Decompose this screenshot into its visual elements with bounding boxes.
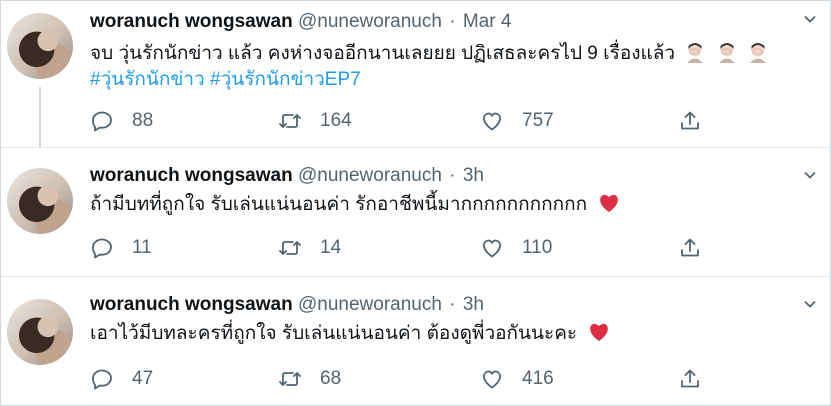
reply-icon — [92, 111, 112, 132]
like-count: 416 — [522, 368, 554, 389]
like-icon — [483, 112, 501, 131]
retweet-count: 68 — [320, 368, 342, 389]
chevron-down-icon[interactable] — [803, 168, 817, 182]
tweet-header: woranuch wongsawan @nuneworanuch · 3h — [90, 165, 484, 187]
user-handle[interactable]: @nuneworanuch — [298, 11, 442, 32]
tweet-text-content: เอาไว้มีบทละครที่ถูกใจ รับเล่นแน่นอนค่า … — [90, 323, 578, 344]
display-name[interactable]: woranuch wongsawan — [90, 11, 293, 32]
red-heart-emoji — [600, 194, 619, 212]
reply-count: 88 — [132, 110, 154, 131]
share-button[interactable] — [678, 367, 702, 391]
timestamp[interactable]: Mar 4 — [463, 11, 512, 32]
retweet-icon — [279, 241, 301, 255]
thread-connector — [39, 87, 41, 147]
hashtag-links[interactable]: #วุ่นรักนักข่าว #วุ่นรักนักข่าวEP7 — [90, 69, 361, 90]
separator: · — [449, 11, 456, 32]
tweet-header: woranuch wongsawan @nuneworanuch · Mar 4 — [90, 11, 511, 33]
user-handle[interactable]: @nuneworanuch — [298, 165, 442, 186]
like-button[interactable]: 110 — [480, 236, 552, 260]
like-count: 757 — [522, 110, 554, 131]
tweet-text: ถ้ามีบทที่ถูกใจ รับเล่นแน่นอนค่า รักอาชี… — [90, 192, 620, 218]
timestamp[interactable]: 3h — [463, 165, 484, 186]
tweet-actions: 47 68 416 — [90, 367, 705, 393]
tweet-actions: 88 164 757 — [90, 109, 705, 135]
display-name[interactable]: woranuch wongsawan — [90, 165, 293, 186]
share-icon — [681, 111, 699, 130]
reply-button[interactable]: 11 — [90, 236, 152, 260]
retweet-icon — [279, 372, 301, 386]
reply-icon — [92, 238, 112, 259]
like-button[interactable]: 757 — [480, 109, 554, 133]
tweet-text: จบ วุ่นรักนักข่าว แล้ว คงห่างจออีกนานเลย… — [90, 41, 769, 93]
share-icon — [681, 238, 699, 257]
chevron-down-icon[interactable] — [803, 12, 817, 26]
facepalm-emoji — [718, 43, 735, 63]
retweet-count: 14 — [320, 237, 342, 258]
separator: · — [449, 165, 456, 186]
tweet-text-content: จบ วุ่นรักนักข่าว แล้ว คงห่างจออีกนานเลย… — [90, 43, 676, 64]
separator: · — [449, 294, 456, 315]
retweet-button[interactable]: 164 — [278, 109, 352, 133]
like-icon — [483, 370, 501, 389]
share-icon — [681, 369, 699, 388]
display-name[interactable]: woranuch wongsawan — [90, 294, 293, 315]
share-button[interactable] — [678, 236, 702, 260]
share-button[interactable] — [678, 109, 702, 133]
tweet-actions: 11 14 110 — [90, 236, 705, 262]
reply-icon — [92, 369, 112, 390]
facepalm-emoji — [687, 43, 704, 63]
timestamp[interactable]: 3h — [463, 294, 484, 315]
facepalm-emoji — [749, 43, 766, 63]
tweet-header: woranuch wongsawan @nuneworanuch · 3h — [90, 294, 484, 316]
user-handle[interactable]: @nuneworanuch — [298, 294, 442, 315]
retweet-button[interactable]: 68 — [278, 367, 341, 391]
avatar[interactable] — [7, 168, 73, 234]
retweet-icon — [279, 114, 301, 128]
like-count: 110 — [522, 237, 553, 258]
avatar[interactable] — [7, 299, 73, 365]
retweet-button[interactable]: 14 — [278, 236, 341, 260]
red-heart-emoji — [590, 323, 609, 341]
like-icon — [483, 239, 501, 258]
reply-button[interactable]: 47 — [90, 367, 153, 391]
reply-button[interactable]: 88 — [90, 109, 153, 133]
reply-count: 11 — [132, 237, 152, 258]
reply-count: 47 — [132, 368, 154, 389]
like-button[interactable]: 416 — [480, 367, 554, 391]
retweet-count: 164 — [320, 110, 352, 131]
tweet-text-content: ถ้ามีบทที่ถูกใจ รับเล่นแน่นอนค่า รักอาชี… — [90, 194, 588, 215]
tweet-text: เอาไว้มีบทละครที่ถูกใจ รับเล่นแน่นอนค่า … — [90, 321, 610, 347]
avatar[interactable] — [7, 13, 73, 79]
chevron-down-icon[interactable] — [803, 297, 817, 311]
